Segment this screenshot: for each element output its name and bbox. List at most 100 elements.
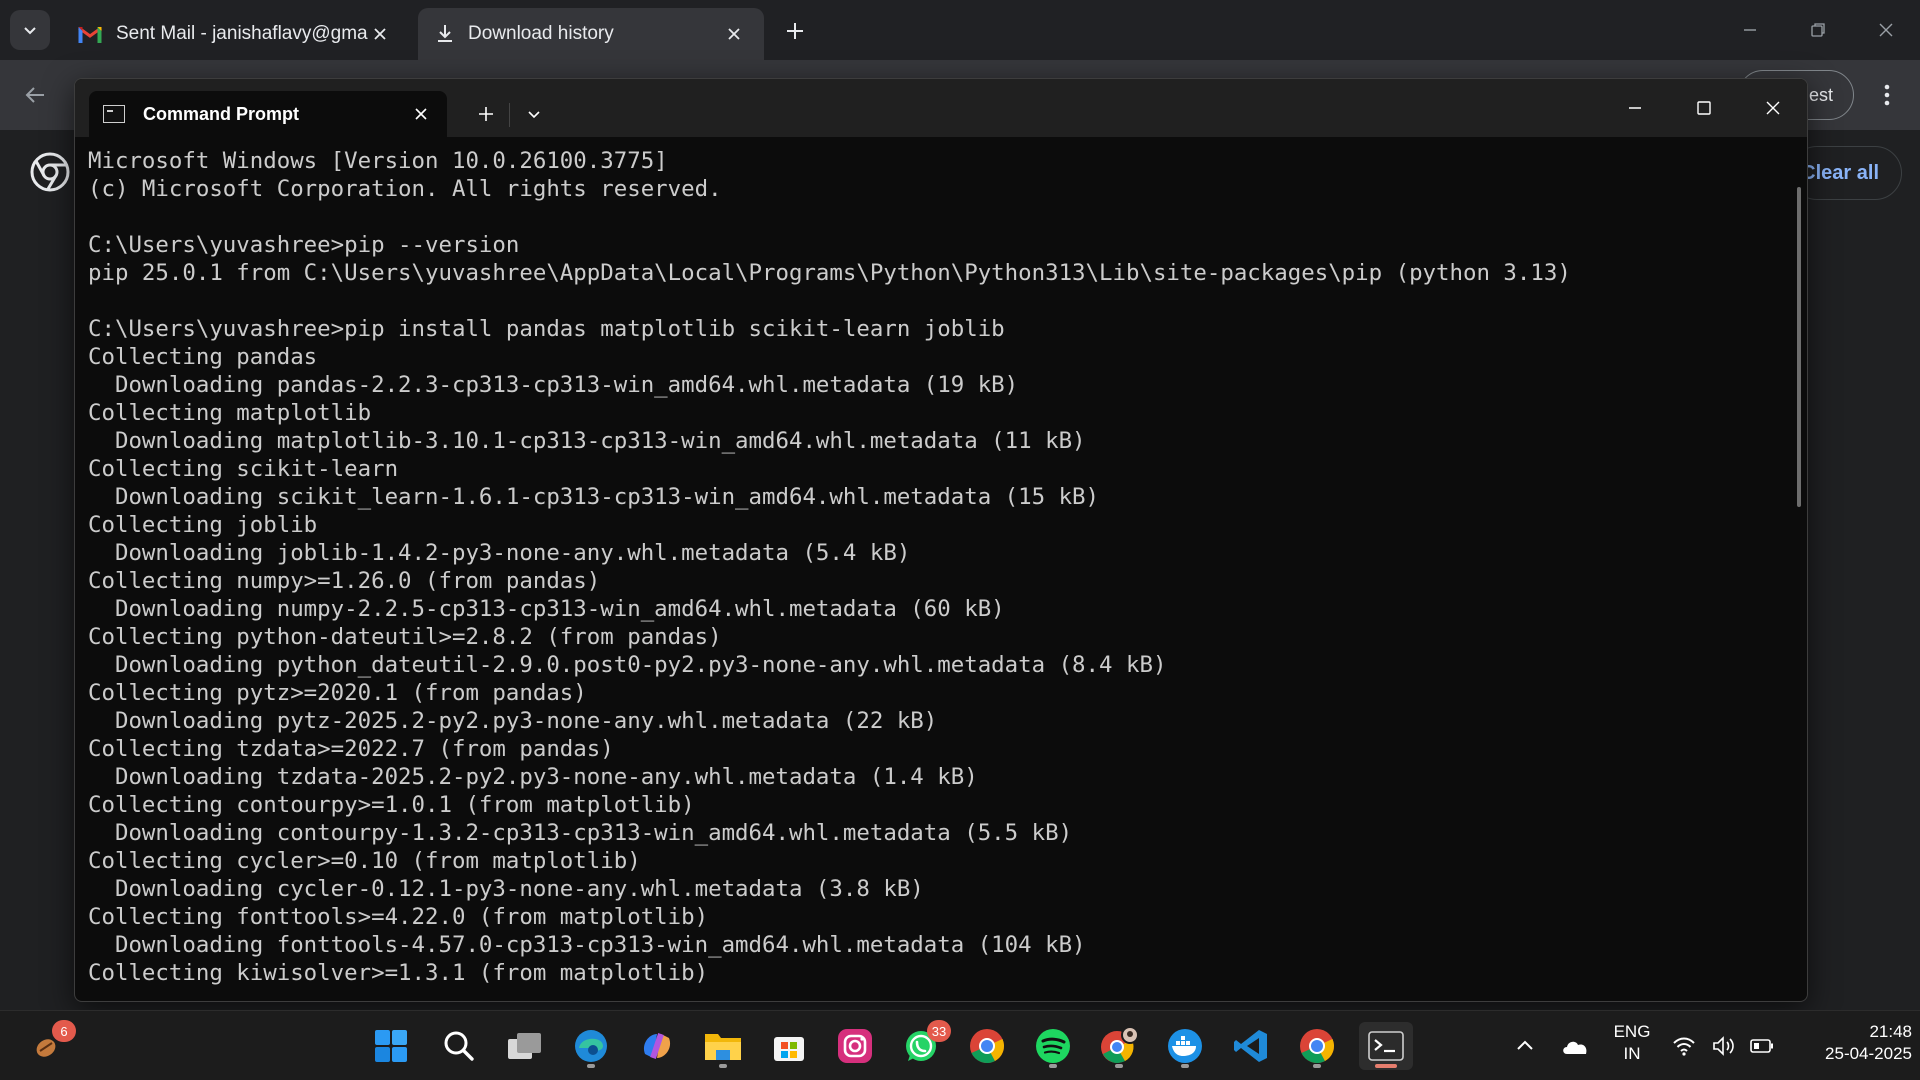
terminal-minimize-button[interactable]	[1600, 79, 1669, 137]
taskbar-chrome-profile[interactable]	[1095, 1022, 1143, 1070]
language-indicator[interactable]: ENG IN	[1600, 1021, 1664, 1065]
chevron-down-icon	[528, 111, 540, 119]
taskbar-instagram[interactable]	[831, 1022, 879, 1070]
task-view-button[interactable]	[501, 1022, 549, 1070]
browser-window-controls	[1716, 0, 1920, 60]
taskbar-file-explorer[interactable]	[699, 1022, 747, 1070]
file-explorer-icon	[705, 1034, 741, 1060]
chrome-icon-2	[1300, 1029, 1335, 1064]
maximize-icon	[1696, 101, 1711, 115]
clock-date: 25-04-2025	[1825, 1044, 1912, 1063]
start-icon	[375, 1030, 407, 1062]
back-button[interactable]	[16, 76, 54, 114]
terminal-line: Collecting kiwisolver>=1.3.1 (from matpl…	[88, 960, 709, 986]
gmail-icon	[78, 26, 102, 43]
browser-menu-button[interactable]	[1868, 76, 1906, 114]
wifi-button[interactable]	[1664, 1022, 1704, 1070]
start-button[interactable]	[367, 1022, 415, 1070]
taskbar-edge[interactable]	[567, 1022, 615, 1070]
terminal-line: Collecting python-dateutil>=2.8.2 (from …	[88, 624, 722, 650]
terminal-line: pip 25.0.1 from C:\Users\yuvashree\AppDa…	[88, 260, 1571, 286]
more-vert-icon	[1884, 84, 1890, 106]
taskbar-chrome-2[interactable]	[1293, 1022, 1341, 1070]
terminal-line: Collecting pandas	[88, 344, 318, 370]
instagram-icon	[838, 1029, 872, 1063]
chrome-profile-icon	[1101, 1026, 1139, 1063]
minimize-icon	[1744, 29, 1756, 31]
restore-icon	[1811, 23, 1825, 37]
volume-button[interactable]	[1704, 1022, 1744, 1070]
browser-tab-title: Download history	[468, 23, 614, 44]
new-tab-button[interactable]	[778, 14, 812, 48]
notification-badge: 33	[927, 1020, 951, 1042]
taskbar-whatsapp[interactable]: 33	[897, 1020, 951, 1070]
terminal-line: C:\Users\yuvashree>pip --version	[88, 232, 520, 258]
taskbar-chrome[interactable]	[963, 1022, 1011, 1070]
taskbar-search-button[interactable]	[435, 1022, 483, 1070]
notification-badge: 6	[52, 1020, 76, 1042]
terminal-output[interactable]: Microsoft Windows [Version 10.0.26100.37…	[75, 137, 1807, 1001]
taskbar-vscode[interactable]	[1227, 1022, 1275, 1070]
spotify-icon	[1036, 1029, 1070, 1063]
battery-button[interactable]	[1742, 1022, 1782, 1070]
terminal-line: Collecting cycler>=0.10 (from matplotlib…	[88, 848, 641, 874]
clock[interactable]: 21:48 25-04-2025	[1790, 1021, 1912, 1065]
terminal-scrollbar[interactable]	[1797, 187, 1801, 507]
browser-tab-download-history[interactable]: Download history	[418, 8, 764, 60]
close-icon[interactable]	[722, 22, 746, 46]
running-indicator	[1313, 1064, 1321, 1068]
terminal-new-tab-button[interactable]	[467, 95, 505, 133]
restore-button[interactable]	[1784, 0, 1852, 60]
clock-time: 21:48	[1869, 1022, 1912, 1041]
minimize-icon	[1628, 107, 1641, 109]
onedrive-icon	[1563, 1041, 1587, 1054]
plus-icon	[787, 23, 803, 39]
download-icon	[438, 25, 452, 42]
tab-search-button[interactable]	[10, 10, 50, 50]
browser-tab-gmail[interactable]: Sent Mail - janishaflavy@gmail.	[60, 8, 410, 60]
copilot-icon	[643, 1033, 671, 1059]
close-icon[interactable]	[409, 102, 433, 126]
taskbar-copilot[interactable]	[633, 1022, 681, 1070]
terminal-line: Collecting scikit-learn	[88, 456, 399, 482]
terminal-line: Collecting tzdata>=2022.7 (from pandas)	[88, 736, 614, 762]
edge-icon	[575, 1030, 607, 1062]
onedrive-button[interactable]	[1553, 1022, 1597, 1070]
search-icon	[444, 1031, 474, 1061]
command-prompt-icon	[103, 105, 125, 123]
taskbar-docker[interactable]	[1161, 1022, 1209, 1070]
terminal-line: (c) Microsoft Corporation. All rights re…	[88, 176, 722, 202]
terminal-close-button[interactable]	[1738, 79, 1807, 137]
minimize-button[interactable]	[1716, 0, 1784, 60]
windows-taskbar: 6 33 ENG IN 21:48 25-04-2025	[0, 1010, 1920, 1080]
terminal-tab-command-prompt[interactable]: Command Prompt	[89, 91, 447, 137]
running-indicator	[1049, 1064, 1057, 1068]
close-window-button[interactable]	[1852, 0, 1920, 60]
terminal-line: Downloading scikit_learn-1.6.1-cp313-cp3…	[88, 484, 1100, 510]
terminal-profile-dropdown[interactable]	[515, 95, 553, 133]
taskbar-microsoft-store[interactable]	[765, 1022, 813, 1070]
microsoft-store-icon	[774, 1037, 804, 1061]
terminal-line: Downloading numpy-2.2.5-cp313-cp313-win_…	[88, 596, 1005, 622]
show-hidden-icons-button[interactable]	[1503, 1022, 1547, 1070]
active-indicator	[1375, 1064, 1397, 1068]
chevron-down-icon	[24, 27, 36, 35]
chrome-icon	[970, 1029, 1005, 1064]
terminal-line: Downloading joblib-1.4.2-py3-none-any.wh…	[88, 540, 911, 566]
chevron-up-icon	[1517, 1040, 1533, 1050]
terminal-tab-title: Command Prompt	[143, 103, 300, 124]
widgets-button[interactable]: 6	[22, 1020, 76, 1070]
running-indicator	[719, 1064, 727, 1068]
docker-icon	[1168, 1029, 1202, 1063]
terminal-line: Collecting joblib	[88, 512, 318, 538]
close-icon[interactable]	[368, 22, 392, 46]
taskbar-terminal[interactable]	[1359, 1022, 1413, 1070]
terminal-line: Collecting fonttools>=4.22.0 (from matpl…	[88, 904, 709, 930]
terminal-line: Downloading python_dateutil-2.9.0.post0-…	[88, 652, 1167, 678]
terminal-line: Downloading tzdata-2025.2-py2.py3-none-a…	[88, 764, 978, 790]
terminal-maximize-button[interactable]	[1669, 79, 1738, 137]
terminal-line: Microsoft Windows [Version 10.0.26100.37…	[88, 148, 668, 174]
terminal-line: Downloading fonttools-4.57.0-cp313-cp313…	[88, 932, 1086, 958]
taskbar-spotify[interactable]	[1029, 1022, 1077, 1070]
